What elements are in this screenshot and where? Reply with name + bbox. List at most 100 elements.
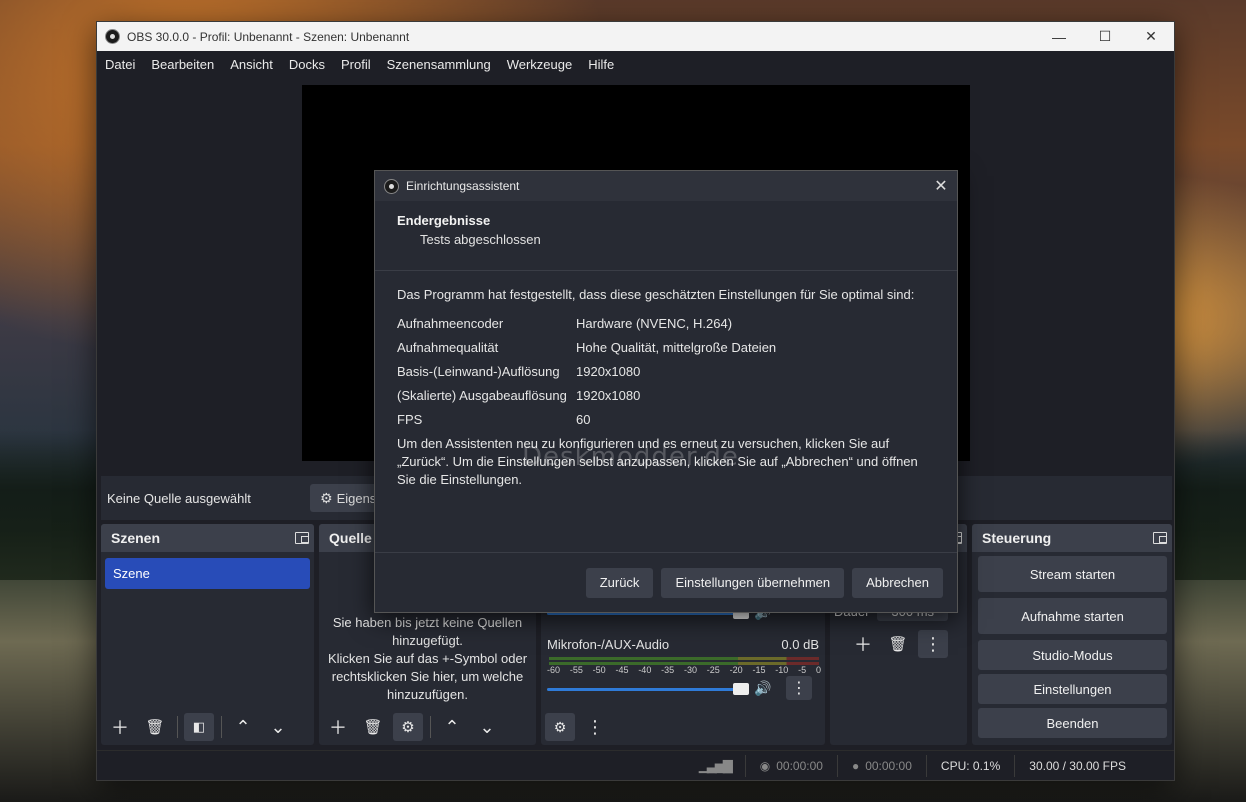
maximize-button[interactable]: ☐ — [1082, 22, 1128, 51]
setting-key: FPS — [397, 411, 423, 427]
audio-channel-db: 0.0 dB — [781, 637, 819, 652]
cpu-usage: CPU: 0.1% — [925, 754, 1014, 777]
obs-logo-icon — [384, 178, 399, 194]
results-heading: Endergebnisse — [397, 213, 491, 228]
menu-bearbeiten[interactable]: Bearbeiten — [151, 57, 214, 72]
add-transition-button[interactable]: ＋ — [848, 630, 878, 658]
settings-row: (Skalierte) Ausgabeauflösung 1920x1080 — [397, 383, 935, 407]
properties-label: Eigens — [336, 490, 377, 506]
status-bar: ▁▃▅▇ ◉ 00:00:00 ● 00:00:00 CPU: 0.1% 30.… — [97, 750, 1174, 780]
speaker-icon[interactable]: 🔊 — [754, 680, 771, 697]
stream-time: 00:00:00 — [776, 758, 823, 773]
more-options-icon[interactable]: ⋮ — [786, 676, 812, 700]
trash-icon[interactable]: 🗑 — [358, 713, 388, 741]
menu-datei[interactable]: Datei — [105, 57, 135, 72]
settings-row: Basis-(Leinwand-)Auflösung 1920x1080 — [397, 359, 935, 383]
audio-meter — [549, 657, 819, 660]
close-icon[interactable]: ✕ — [925, 176, 957, 196]
back-button[interactable]: Zurück — [585, 567, 654, 598]
tick-label: -30 — [683, 665, 697, 675]
scene-filter-button[interactable]: ◧ — [184, 713, 214, 741]
minimize-button[interactable]: — — [1036, 22, 1082, 51]
sources-title: Quelle — [329, 530, 372, 546]
cancel-button[interactable]: Abbrechen — [852, 567, 943, 598]
toolbar-divider — [177, 716, 178, 738]
audio-meter-ticks: -60 -55 -50 -45 -40 -35 -30 -25 -20 -15 … — [547, 665, 821, 675]
window-title: OBS 30.0.0 - Profil: Unbenannt - Szenen:… — [127, 29, 410, 44]
controls-title: Steuerung — [982, 530, 1052, 546]
audio-mixer-toolbar: ⚙ ⋮ — [545, 713, 615, 741]
tick-label: -35 — [661, 665, 675, 675]
trash-icon[interactable]: 🗑 — [883, 630, 913, 658]
record-time: 00:00:00 — [865, 758, 912, 773]
scenes-title: Szenen — [111, 530, 161, 546]
move-up-button[interactable]: ⌃ — [228, 713, 258, 741]
toolbar-divider — [221, 716, 222, 738]
sources-toolbar: ＋ 🗑 ⚙ ⌃ ⌄ — [323, 713, 507, 741]
menu-werkzeuge[interactable]: Werkzeuge — [507, 57, 573, 72]
results-subheading: Tests abgeschlossen — [420, 232, 541, 247]
tick-label: -15 — [752, 665, 766, 675]
setting-value: 1920x1080 — [576, 363, 641, 379]
setting-value: 1920x1080 — [576, 387, 641, 403]
tick-label: -45 — [615, 665, 629, 675]
results-intro: Das Programm hat festgestellt, dass dies… — [397, 287, 915, 302]
setting-value: Hohe Qualität, mittelgroße Dateien — [576, 339, 777, 355]
menu-szenensammlung[interactable]: Szenensammlung — [387, 57, 491, 72]
setup-wizard-dialog: Einrichtungsassistent ✕ Endergebnisse Te… — [374, 170, 958, 613]
more-options-icon[interactable]: ⋮ — [580, 713, 610, 741]
menu-docks[interactable]: Docks — [289, 57, 325, 72]
start-stream-button[interactable]: Stream starten — [978, 556, 1167, 592]
add-source-button[interactable]: ＋ — [323, 713, 353, 741]
audio-channel-name: Mikrofon-/AUX-Audio — [547, 637, 670, 652]
tick-label: 0 — [815, 665, 821, 675]
settings-button[interactable]: Einstellungen — [978, 674, 1167, 704]
dialog-title-bar: Einrichtungsassistent ✕ — [375, 171, 957, 201]
gear-icon[interactable]: ⚙ — [393, 713, 423, 741]
fps-readout: 30.00 / 30.00 FPS — [1014, 754, 1140, 777]
scenes-dock: Szenen Szene ＋ 🗑 ◧ ⌃ ⌄ — [101, 524, 314, 745]
setting-key: Basis-(Leinwand-)Auflösung — [397, 363, 560, 379]
start-recording-button[interactable]: Aufnahme starten — [978, 598, 1167, 634]
add-scene-button[interactable]: ＋ — [105, 713, 135, 741]
scene-item[interactable]: Szene — [105, 558, 310, 589]
sources-empty-text[interactable]: Sie haben bis jetzt keine Quellen hinzug… — [327, 614, 528, 704]
close-button[interactable]: ✕ — [1128, 22, 1174, 51]
menu-bar: Datei Bearbeiten Ansicht Docks Profil Sz… — [97, 51, 1174, 77]
exit-button[interactable]: Beenden — [978, 708, 1167, 738]
tick-label: -25 — [706, 665, 720, 675]
stream-icon: ◉ — [759, 758, 771, 773]
audio-settings-icon[interactable]: ⚙ — [545, 713, 575, 741]
more-options-icon[interactable]: ⋮ — [918, 630, 948, 658]
menu-profil[interactable]: Profil — [341, 57, 371, 72]
controls-dock: Steuerung Stream starten Aufnahme starte… — [972, 524, 1172, 745]
undock-icon[interactable] — [1153, 532, 1167, 544]
move-down-button[interactable]: ⌄ — [472, 713, 502, 741]
obs-logo-icon — [105, 29, 120, 44]
sources-empty-message: Sie haben bis jetzt keine Quellen hinzug… — [327, 615, 528, 702]
no-source-label: Keine Quelle ausgewählt — [107, 490, 251, 506]
move-up-button[interactable]: ⌃ — [437, 713, 467, 741]
apply-settings-button[interactable]: Einstellungen übernehmen — [661, 567, 845, 598]
setting-key: Aufnahmequalität — [397, 339, 499, 355]
tick-label: -50 — [592, 665, 606, 675]
settings-row: Aufnahmequalität Hohe Qualität, mittelgr… — [397, 335, 935, 359]
menu-hilfe[interactable]: Hilfe — [588, 57, 614, 72]
settings-row: Aufnahmeencoder Hardware (NVENC, H.264) — [397, 311, 935, 335]
setting-value: 60 — [576, 411, 591, 427]
record-status: ● 00:00:00 — [836, 754, 926, 777]
tick-label: -20 — [729, 665, 743, 675]
settings-row: FPS 60 — [397, 407, 935, 431]
studio-mode-button[interactable]: Studio-Modus — [978, 640, 1167, 670]
tick-label: -60 — [547, 665, 561, 675]
move-down-button[interactable]: ⌄ — [263, 713, 293, 741]
trash-icon[interactable]: 🗑 — [140, 713, 170, 741]
volume-slider-mic[interactable] — [547, 683, 749, 695]
transitions-toolbar: ＋ 🗑 ⋮ — [848, 630, 953, 658]
scenes-toolbar: ＋ 🗑 ◧ ⌃ ⌄ — [105, 713, 298, 741]
watermark: Deskmodder.de — [522, 442, 739, 472]
undock-icon[interactable] — [295, 532, 309, 544]
menu-ansicht[interactable]: Ansicht — [230, 57, 273, 72]
record-icon: ● — [851, 758, 860, 773]
title-bar: OBS 30.0.0 - Profil: Unbenannt - Szenen:… — [97, 22, 1174, 51]
